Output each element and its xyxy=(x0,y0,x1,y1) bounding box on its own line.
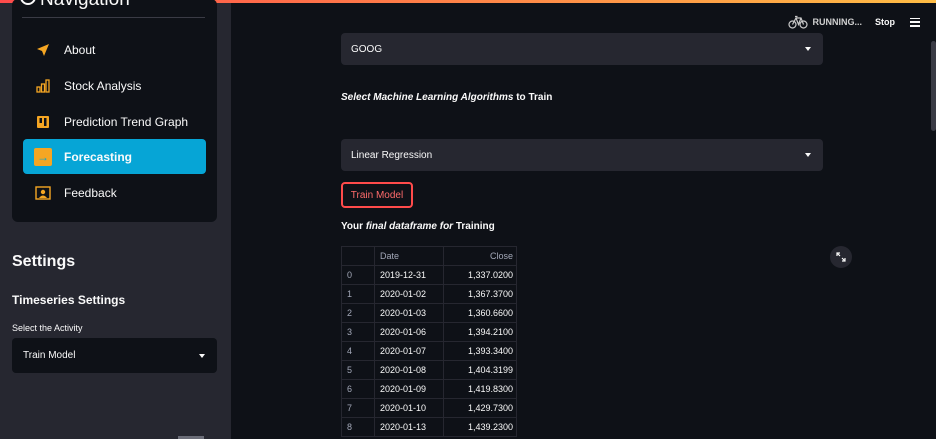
table-header-date[interactable]: Date xyxy=(374,246,444,266)
dataframe-label-italic: final dataframe for xyxy=(365,221,454,232)
algorithm-select[interactable]: Linear Regression xyxy=(341,139,823,171)
table-cell-close: 1,404.3199 xyxy=(443,360,517,380)
nav-item-label: Prediction Trend Graph xyxy=(64,114,189,129)
arrow-right-box-icon: → xyxy=(34,147,52,166)
timeseries-settings-title: Timeseries Settings xyxy=(12,293,126,307)
table-cell-close: 1,419.8300 xyxy=(443,379,517,399)
dataframe-label-post: Training xyxy=(453,221,495,232)
table-row: 6 2020-01-09 1,419.8300 xyxy=(341,379,517,399)
navigation-title: Navigation xyxy=(40,0,130,11)
table-header-index xyxy=(341,246,375,266)
ticker-select-value: GOOG xyxy=(351,43,383,55)
table-cell-close: 1,394.2100 xyxy=(443,322,517,342)
algorithm-label: Select Machine Learning Algorithms to Tr… xyxy=(341,92,552,103)
table-cell-index: 1 xyxy=(341,284,375,304)
table-row: 5 2020-01-08 1,404.3199 xyxy=(341,360,517,380)
table-cell-index: 0 xyxy=(341,265,375,285)
nav-item-label: Feedback xyxy=(64,185,117,200)
bicycle-icon xyxy=(787,15,808,29)
dataframe-label: Your final dataframe for Training xyxy=(341,221,495,232)
person-box-icon xyxy=(34,184,52,202)
table-cell-index: 3 xyxy=(341,322,375,342)
navigation-menu: Navigation About Stock Analysis xyxy=(12,0,217,222)
table-cell-index: 6 xyxy=(341,379,375,399)
table-cell-date: 2020-01-10 xyxy=(374,398,444,418)
running-status: RUNNING... xyxy=(812,17,863,27)
navigation-icon xyxy=(20,0,36,5)
activity-select[interactable]: Train Model xyxy=(12,338,217,373)
nav-item-label: About xyxy=(64,42,96,57)
table-row: 2 2020-01-03 1,360.6600 xyxy=(341,303,517,323)
nav-item-forecasting[interactable]: → Forecasting xyxy=(23,139,206,174)
table-row: 3 2020-01-06 1,394.2100 xyxy=(341,322,517,342)
table-header-close[interactable]: Close xyxy=(443,246,517,266)
table-cell-close: 1,367.3700 xyxy=(443,284,517,304)
nav-item-feedback[interactable]: Feedback xyxy=(23,175,206,210)
ticker-select[interactable]: GOOG xyxy=(341,33,823,65)
table-row: 4 2020-01-07 1,393.3400 xyxy=(341,341,517,361)
table-cell-date: 2020-01-02 xyxy=(374,284,444,304)
table-cell-close: 1,337.0200 xyxy=(443,265,517,285)
hamburger-menu-icon[interactable] xyxy=(910,17,920,27)
nav-divider xyxy=(22,17,205,18)
table-cell-date: 2020-01-08 xyxy=(374,360,444,380)
table-cell-index: 2 xyxy=(341,303,375,323)
chevron-down-icon xyxy=(805,47,811,51)
activity-label: Select the Activity xyxy=(12,323,83,333)
table-cell-date: 2020-01-07 xyxy=(374,341,444,361)
sidebar: Navigation About Stock Analysis xyxy=(0,0,231,439)
table-cell-close: 1,429.7300 xyxy=(443,398,517,418)
table-cell-index: 5 xyxy=(341,360,375,380)
chevron-down-icon xyxy=(199,353,205,358)
chevron-down-icon xyxy=(805,153,811,157)
nav-item-label: Forecasting xyxy=(64,149,133,164)
nav-item-prediction-trend-graph[interactable]: Prediction Trend Graph xyxy=(23,104,206,139)
table-row: 0 2019-12-31 1,337.0200 xyxy=(341,265,517,285)
settings-title: Settings xyxy=(12,253,76,270)
nav-item-stock-analysis[interactable]: Stock Analysis xyxy=(23,68,206,103)
table-row: 7 2020-01-10 1,429.7300 xyxy=(341,398,517,418)
table-cell-index: 8 xyxy=(341,417,375,437)
algorithm-label-rest: to Train xyxy=(513,92,553,103)
table-cell-close: 1,360.6600 xyxy=(443,303,517,323)
vertical-scrollbar[interactable] xyxy=(931,41,936,131)
nav-item-about[interactable]: About xyxy=(23,32,206,67)
algorithm-label-italic: Select Machine Learning Algorithms xyxy=(341,92,514,103)
table-row: 1 2020-01-02 1,367.3700 xyxy=(341,284,517,304)
bar-chart-icon xyxy=(34,77,52,95)
training-dataframe-table[interactable]: Date Close 0 2019-12-31 1,337.0200 1 2020-0… xyxy=(341,246,517,437)
table-cell-date: 2020-01-09 xyxy=(374,379,444,399)
table-header-row: Date Close xyxy=(341,246,517,266)
table-row: 8 2020-01-13 1,439.2300 xyxy=(341,417,517,437)
status-bar: RUNNING... Stop xyxy=(787,15,920,29)
fullscreen-expand-icon[interactable] xyxy=(830,246,852,268)
table-cell-date: 2020-01-13 xyxy=(374,417,444,437)
table-cell-date: 2020-01-03 xyxy=(374,303,444,323)
trend-icon xyxy=(34,113,52,131)
table-cell-close: 1,393.3400 xyxy=(443,341,517,361)
table-cell-close: 1,439.2300 xyxy=(443,417,517,437)
dataframe-label-pre: Your xyxy=(341,221,366,232)
table-cell-index: 7 xyxy=(341,398,375,418)
nav-item-label: Stock Analysis xyxy=(64,78,142,93)
table-cell-date: 2019-12-31 xyxy=(374,265,444,285)
stop-button[interactable]: Stop xyxy=(875,17,895,27)
table-cell-index: 4 xyxy=(341,341,375,361)
main-content: RUNNING... Stop GOOG Select Machine Lear… xyxy=(231,3,936,439)
table-cell-date: 2020-01-06 xyxy=(374,322,444,342)
activity-select-value: Train Model xyxy=(23,350,76,361)
send-icon xyxy=(34,41,52,59)
algorithm-select-value: Linear Regression xyxy=(351,149,433,161)
train-model-button[interactable]: Train Model xyxy=(341,182,413,208)
